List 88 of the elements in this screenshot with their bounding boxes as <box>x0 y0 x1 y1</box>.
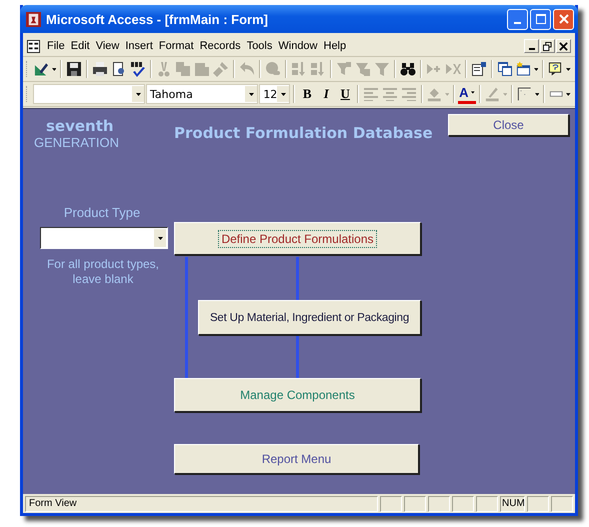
align-center-icon <box>382 86 398 102</box>
status-panel <box>452 496 474 512</box>
menu-item[interactable]: File <box>44 40 68 52</box>
align-left-icon <box>363 86 380 102</box>
status-text: Form View <box>25 496 378 512</box>
printer-icon <box>92 61 108 77</box>
caret-icon <box>471 91 476 94</box>
status-indicator: NUM <box>500 496 525 512</box>
connector-line <box>296 257 299 300</box>
status-panel <box>476 496 498 512</box>
brush-icon <box>213 61 230 77</box>
format-button[interactable]: I <box>317 84 336 104</box>
delete-record-icon <box>444 61 461 77</box>
product-type-field[interactable] <box>40 227 168 249</box>
menu-item[interactable]: Tools <box>244 40 276 52</box>
close-icon <box>559 42 568 50</box>
caret-icon <box>534 92 540 96</box>
restore-button[interactable] <box>540 39 555 53</box>
align-right-icon <box>401 86 418 102</box>
binoculars-icon <box>400 61 416 77</box>
pen-icon <box>484 86 500 102</box>
spelling-icon <box>130 61 146 77</box>
menu-button[interactable]: Manage Components <box>174 378 421 412</box>
menu-item[interactable]: Edit <box>68 40 93 52</box>
table-icon <box>516 61 531 77</box>
caret-icon <box>502 92 508 96</box>
undo-icon <box>239 61 256 77</box>
close-form-button[interactable]: Close <box>448 114 569 136</box>
minimize-button[interactable] <box>524 39 539 53</box>
properties-icon <box>470 61 487 77</box>
font-color-button[interactable]: A <box>458 84 476 104</box>
caret-icon <box>566 68 571 70</box>
save-icon <box>66 61 82 77</box>
field-label: Product Type <box>62 205 142 220</box>
toolbar-combo[interactable]: Tahoma <box>146 84 258 104</box>
caret-icon <box>280 92 286 96</box>
maximize-icon <box>536 14 546 24</box>
status-panel <box>428 496 450 512</box>
restore-icon <box>543 42 552 50</box>
copy-icon <box>175 61 192 77</box>
window-title: Microsoft Access - [frmMain : Form] <box>46 12 269 26</box>
caret-icon <box>534 68 538 70</box>
logo-text: GENERATION <box>34 135 119 150</box>
menu-button[interactable]: Report Menu <box>174 444 419 474</box>
maximize-button[interactable] <box>530 8 551 30</box>
status-panel <box>380 496 402 512</box>
form-title: Product Formulation Database <box>174 124 433 142</box>
menu-item[interactable]: Window <box>275 40 320 52</box>
toolbar-combo[interactable]: 12 <box>259 84 290 104</box>
paint-bucket-icon <box>427 86 442 102</box>
menu-item[interactable]: Help <box>320 40 350 52</box>
new-record-icon <box>426 61 442 77</box>
design-icon <box>34 61 49 77</box>
close-button[interactable] <box>556 39 571 53</box>
caret-icon <box>52 68 56 70</box>
funnel-icon <box>374 61 390 77</box>
hint-text: For all product types, leave blank <box>46 257 160 287</box>
caret-icon <box>444 92 450 96</box>
caret-icon <box>566 92 572 96</box>
border-icon <box>516 86 532 102</box>
minimize-icon <box>528 48 534 50</box>
menu-item[interactable]: Format <box>156 40 197 52</box>
scissors-icon <box>156 61 172 77</box>
sort-icon <box>310 61 326 77</box>
sort-icon <box>291 61 308 77</box>
menu-item[interactable]: View <box>92 40 122 52</box>
format-button[interactable]: B <box>298 84 316 104</box>
menu-item[interactable]: Records <box>196 40 244 52</box>
help-icon <box>548 61 564 77</box>
status-panel <box>551 496 573 512</box>
close-icon <box>558 14 568 24</box>
caret-icon <box>248 92 254 96</box>
funnel-icon <box>355 61 372 77</box>
menu-item[interactable]: Insert <box>122 40 156 52</box>
caret-icon <box>136 92 141 96</box>
status-panel <box>404 496 426 512</box>
caret-icon <box>158 236 162 240</box>
status-panel <box>527 496 549 512</box>
minimize-icon <box>514 22 521 24</box>
form-icon[interactable] <box>27 40 40 52</box>
windows-icon <box>496 61 513 77</box>
menu-button[interactable]: Set Up Material, Ingredient or Packaging <box>198 300 421 335</box>
clipboard-icon <box>194 61 210 77</box>
format-button[interactable]: U <box>336 84 354 104</box>
funnel-icon <box>336 61 352 77</box>
connector-line <box>296 335 299 378</box>
logo-text: seventh <box>46 117 114 135</box>
menu-button[interactable]: Define Product Formulations <box>174 222 421 255</box>
